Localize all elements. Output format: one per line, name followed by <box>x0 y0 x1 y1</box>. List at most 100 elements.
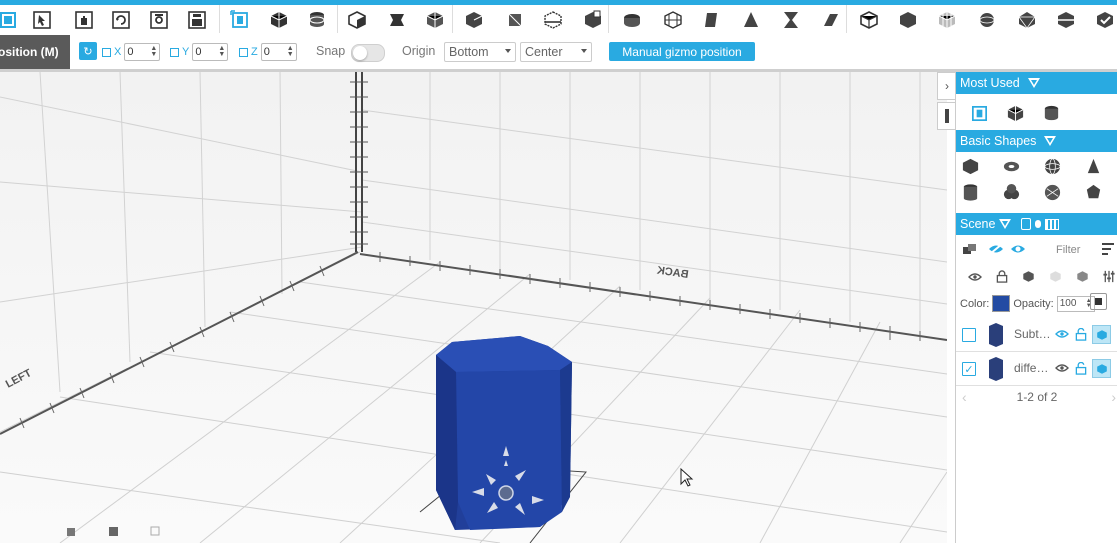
cylinder-cut-icon[interactable] <box>1041 103 1062 123</box>
visibility-icon[interactable] <box>1054 326 1070 342</box>
orbit-icon[interactable] <box>110 9 132 31</box>
fit-view-icon[interactable] <box>0 9 20 31</box>
scene-header[interactable]: Scene <box>956 213 1117 235</box>
box-create-icon[interactable] <box>424 9 446 31</box>
snap-toggle[interactable] <box>351 44 385 62</box>
transform-gizmo-icon[interactable] <box>969 103 990 123</box>
capsule-icon[interactable] <box>1001 182 1022 202</box>
view-control-icon[interactable] <box>67 528 75 536</box>
show-all-icon[interactable] <box>1010 242 1026 256</box>
sphere-icon[interactable] <box>976 9 998 31</box>
visibility-icon[interactable] <box>968 271 982 283</box>
slice-icon[interactable] <box>819 9 841 31</box>
boolean-cube-icon[interactable] <box>463 9 485 31</box>
save-icon[interactable] <box>186 9 208 31</box>
polyhedron-icon[interactable] <box>1083 182 1104 202</box>
split-box-icon[interactable] <box>1055 9 1077 31</box>
axis-x-input[interactable]: 0 ▲ ▼ <box>124 43 161 61</box>
boolean-sphere-icon[interactable] <box>504 9 526 31</box>
pan-hand-icon[interactable] <box>73 9 95 31</box>
object-name: Subt… <box>1014 327 1051 341</box>
object-checkbox[interactable] <box>962 328 976 342</box>
cylinder-cut-icon[interactable] <box>306 9 328 31</box>
twist-icon[interactable] <box>700 9 722 31</box>
object-cube-icon[interactable] <box>1092 359 1111 378</box>
transparent-icon[interactable] <box>1049 270 1062 283</box>
boolean-subtract-icon[interactable] <box>582 9 604 31</box>
box-icon[interactable] <box>1005 103 1026 123</box>
check-icon: ✓ <box>964 363 974 376</box>
scene-canvas[interactable]: BACK LEFT <box>0 72 947 543</box>
3d-viewport[interactable]: BACK LEFT <box>0 72 947 543</box>
cube-icon[interactable] <box>960 156 981 176</box>
lock-icon[interactable] <box>996 270 1008 283</box>
cube-create-icon[interactable] <box>346 9 368 31</box>
spinner-icon[interactable]: ▲ ▼ <box>287 45 294 58</box>
shell-icon[interactable] <box>621 9 643 31</box>
chevron-right-icon[interactable]: › <box>1111 389 1116 405</box>
torus-icon[interactable] <box>1001 156 1022 176</box>
filter-input[interactable]: Filter <box>1042 241 1096 259</box>
boolean-plane-icon[interactable] <box>542 9 564 31</box>
cone-icon[interactable] <box>740 9 762 31</box>
position-mode-button[interactable]: osition (M) <box>0 35 70 69</box>
unlock-icon[interactable] <box>1073 360 1089 376</box>
view-control-icon[interactable] <box>109 527 118 536</box>
hexagonal-prism-object[interactable] <box>436 336 572 530</box>
solid-box-icon[interactable] <box>897 9 919 31</box>
hourglass-icon[interactable] <box>780 9 802 31</box>
spinner-icon[interactable]: ▲ ▼ <box>218 45 225 58</box>
stop-button[interactable] <box>1090 293 1107 310</box>
panel-drag-handle[interactable] <box>937 102 957 130</box>
geosphere-icon[interactable] <box>1042 182 1063 202</box>
screenshot-icon[interactable] <box>148 9 170 31</box>
object-checkbox[interactable]: ✓ <box>962 362 976 376</box>
drag-handle-icon <box>945 109 949 123</box>
spinner-icon[interactable]: ▲ ▼ <box>150 45 157 58</box>
select-cursor-icon[interactable] <box>31 9 53 31</box>
visibility-icon[interactable] <box>1054 360 1070 376</box>
collapse-panel-button[interactable]: › <box>937 72 957 100</box>
basic-shapes-header[interactable]: Basic Shapes <box>956 130 1117 152</box>
scene-object-row[interactable]: Subt… <box>956 318 1117 352</box>
chevron-left-icon[interactable]: ‹ <box>962 389 967 405</box>
manual-gizmo-button[interactable]: Manual gizmo position <box>609 42 755 61</box>
sort-list-icon[interactable] <box>1102 243 1114 257</box>
transform-gizmo-icon[interactable] <box>229 9 251 31</box>
solid-icon[interactable] <box>1022 270 1035 283</box>
check-box-icon[interactable] <box>1094 9 1116 31</box>
scene-object-row[interactable]: ✓ diffe… <box>956 352 1117 386</box>
origin-vertical-select[interactable]: Bottom <box>444 42 516 62</box>
unlock-icon[interactable] <box>1073 326 1089 342</box>
wireframe-box-icon[interactable] <box>858 9 880 31</box>
box-icon[interactable] <box>268 9 290 31</box>
axis-z-label: Z <box>251 46 258 58</box>
cylinder-create-icon[interactable] <box>386 9 408 31</box>
layer-toggle-icon[interactable] <box>1035 220 1042 228</box>
axis-y-checkbox[interactable] <box>170 47 179 57</box>
axis-y-value: 0 <box>195 46 202 58</box>
settings-sliders-icon[interactable] <box>1103 270 1115 283</box>
axis-z-input[interactable]: 0 ▲ ▼ <box>260 43 297 61</box>
grid-box-icon[interactable] <box>662 9 684 31</box>
view-toggle-icon[interactable] <box>1021 218 1032 230</box>
wireframe-icon[interactable] <box>1076 270 1089 283</box>
cone-icon[interactable] <box>1083 156 1104 176</box>
gem-icon[interactable] <box>1016 9 1038 31</box>
cylinder-icon[interactable] <box>960 182 981 202</box>
grid-view-icon[interactable] <box>1045 218 1060 230</box>
group-icon[interactable] <box>962 242 978 256</box>
origin-horizontal-select[interactable]: Center <box>520 42 592 62</box>
opacity-input[interactable]: 100 ▲ ▼ <box>1056 295 1095 312</box>
object-cube-icon[interactable] <box>1092 325 1111 344</box>
reset-transform-button[interactable]: ↻ <box>79 42 97 60</box>
most-used-header[interactable]: Most Used <box>956 72 1117 94</box>
sphere-icon[interactable] <box>1042 156 1063 176</box>
axis-y-input[interactable]: 0 ▲ ▼ <box>192 43 229 61</box>
hide-all-icon[interactable] <box>988 242 1004 256</box>
axis-x-group: X 0 ▲ ▼ <box>102 43 161 61</box>
color-swatch[interactable] <box>992 295 1011 312</box>
mesh-box-icon[interactable] <box>936 9 958 31</box>
axis-z-checkbox[interactable] <box>239 47 248 57</box>
axis-x-checkbox[interactable] <box>102 47 111 57</box>
